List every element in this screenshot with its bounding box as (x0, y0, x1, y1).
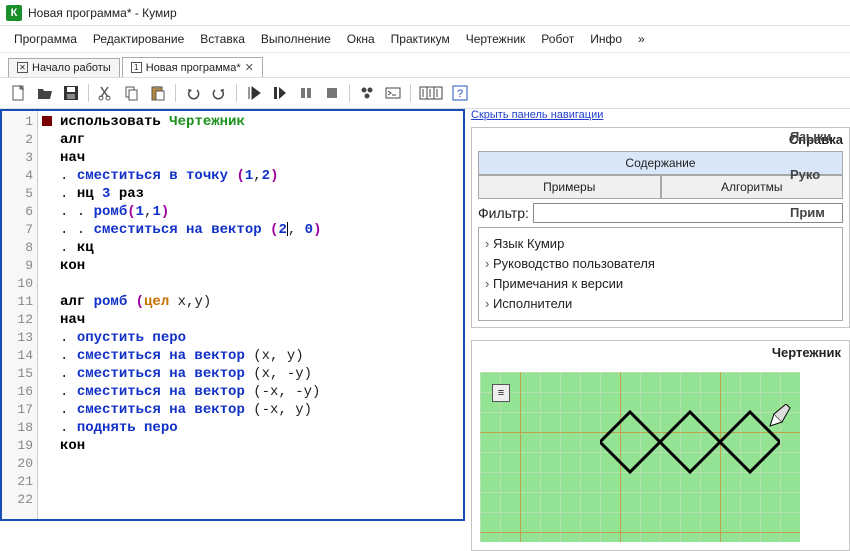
menu-edit[interactable]: Редактирование (87, 30, 190, 48)
window-title: Новая программа* - Кумир (28, 6, 177, 20)
canvas-wrap: ≡ (472, 364, 849, 550)
marker-column (38, 111, 56, 519)
help-tab-examples[interactable]: Примеры (478, 175, 661, 199)
unsaved-marker-icon (42, 116, 52, 126)
help-tab-contents[interactable]: Содержание (478, 151, 843, 175)
drafter-title: Чертежник (472, 341, 849, 364)
menu-windows[interactable]: Окна (341, 30, 381, 48)
code-editor[interactable]: 12345678910111213141516171819202122 испо… (0, 109, 465, 521)
console-button[interactable] (382, 82, 404, 104)
filter-label: Фильтр: (478, 205, 529, 221)
pen-icon (768, 404, 792, 428)
tree-item-lang[interactable]: Язык Кумир (485, 234, 836, 254)
drafter-panel: Чертежник ≡ (471, 340, 850, 551)
help-tabs: Содержание (478, 151, 843, 175)
tree-item-guide[interactable]: Руководство пользователя (485, 254, 836, 274)
redo-button[interactable] (208, 82, 230, 104)
menu-robot[interactable]: Робот (535, 30, 580, 48)
separator (236, 84, 237, 102)
stop-button[interactable] (321, 82, 343, 104)
menu-insert[interactable]: Вставка (194, 30, 251, 48)
drafter-canvas[interactable]: ≡ (480, 372, 800, 542)
copy-button[interactable] (121, 82, 143, 104)
close-icon[interactable]: ✕ (245, 61, 254, 74)
help-button[interactable]: ? (449, 82, 471, 104)
app-icon: К (6, 5, 22, 21)
svg-text:?: ? (457, 88, 463, 100)
new-file-button[interactable] (8, 82, 30, 104)
separator (175, 84, 176, 102)
tab-program[interactable]: 1 Новая программа* ✕ (122, 57, 263, 77)
menu-info[interactable]: Инфо (584, 30, 628, 48)
save-file-button[interactable] (60, 82, 82, 104)
actors-button[interactable] (356, 82, 378, 104)
side-help-clipped: Языки Руко Прим (790, 118, 850, 232)
pause-button[interactable] (295, 82, 317, 104)
drawn-shape (600, 402, 780, 482)
run-button[interactable] (243, 82, 265, 104)
counter-button[interactable] (417, 82, 445, 104)
tab-icon-start: ✕ (17, 62, 28, 73)
canvas-menu-button[interactable]: ≡ (492, 384, 510, 402)
text-caret (287, 222, 288, 236)
menu-run[interactable]: Выполнение (255, 30, 337, 48)
line-gutter: 12345678910111213141516171819202122 (2, 111, 38, 519)
tab-label: Начало работы (32, 62, 111, 74)
filter-row: Фильтр: (478, 203, 843, 223)
tree-item-executors[interactable]: Исполнители (485, 294, 836, 314)
menu-drafter[interactable]: Чертежник (460, 30, 532, 48)
separator (88, 84, 89, 102)
document-tabs: ✕ Начало работы 1 Новая программа* ✕ (0, 53, 850, 78)
paste-button[interactable] (147, 82, 169, 104)
open-file-button[interactable] (34, 82, 56, 104)
toolbar: ? (0, 78, 850, 109)
undo-button[interactable] (182, 82, 204, 104)
step-button[interactable] (269, 82, 291, 104)
help-tree: Язык Кумир Руководство пользователя Прим… (478, 227, 843, 321)
separator (410, 84, 411, 102)
menu-program[interactable]: Программа (8, 30, 83, 48)
code-body[interactable]: использовать Чертежник алг нач . сместит… (56, 111, 463, 519)
tree-item-notes[interactable]: Примечания к версии (485, 274, 836, 294)
title-bar: К Новая программа* - Кумир (0, 0, 850, 26)
cut-button[interactable] (95, 82, 117, 104)
menu-more[interactable]: » (632, 30, 651, 48)
menu-bar: Программа Редактирование Вставка Выполне… (0, 26, 850, 53)
tab-start[interactable]: ✕ Начало работы (8, 58, 120, 77)
tab-icon-program: 1 (131, 62, 142, 73)
main-area: 12345678910111213141516171819202122 испо… (0, 109, 850, 521)
separator (349, 84, 350, 102)
tab-label: Новая программа* (146, 62, 241, 74)
menu-practicum[interactable]: Практикум (385, 30, 456, 48)
help-title: Справка (478, 132, 843, 151)
